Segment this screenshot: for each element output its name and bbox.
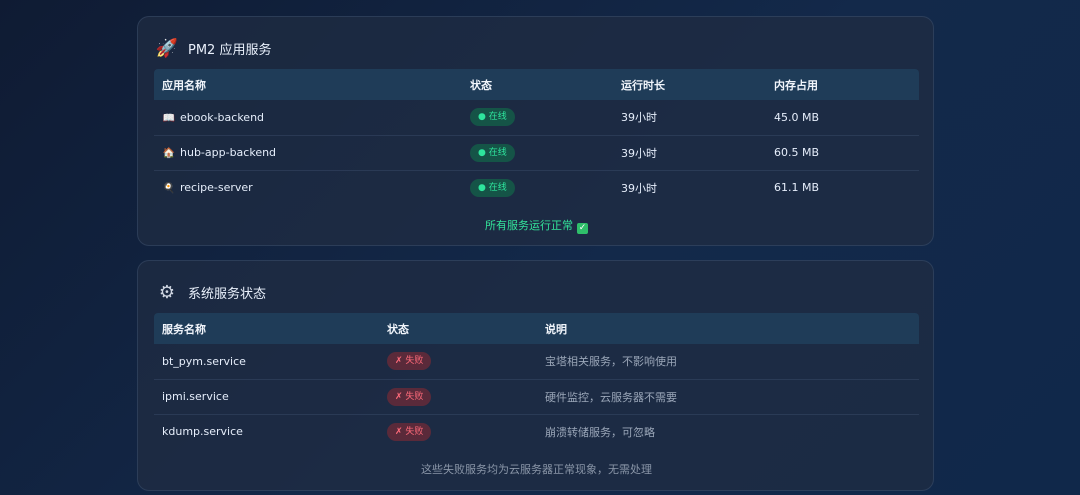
memory-cell: 61.1 MB [774, 181, 820, 195]
rocket-icon: 🚀 [155, 37, 179, 59]
col-header-app-name: 应用名称 [154, 69, 462, 100]
system-card: ⚙ 系统服务状态 服务名称 状态 说明 bt_pym.service ✗ 失败 … [137, 260, 934, 491]
system-footer-note: 这些失败服务均为云服务器正常现象，无需处理 [421, 463, 652, 476]
house-icon: 🏠 [162, 148, 176, 159]
gear-icon: ⚙ [158, 281, 176, 303]
memory-cell: 45.0 MB [766, 100, 919, 136]
status-badge: ● 在线 [470, 143, 515, 162]
app-name: ebook-backend [180, 110, 265, 124]
book-icon: 📖 [162, 112, 176, 124]
status-cell: ✗ 失败 [379, 379, 537, 415]
pm2-card: 🚀 PM2 应用服务 应用名称 状态 运行时长 内存占用 📖 ebook-back… [137, 16, 934, 246]
description-cell: 宝塔相关服务，不影响使用 [537, 344, 919, 380]
pm2-table: 应用名称 状态 运行时长 内存占用 📖 ebook-backend ● 在线 39… [154, 69, 919, 205]
memory-cell: 60.5 MB [766, 135, 919, 171]
col-header-uptime: 运行时长 [613, 69, 766, 100]
status-badge: ✗ 失败 [387, 352, 432, 371]
app-name: hub-app-backend [180, 146, 277, 159]
col-header-status: 状态 [462, 69, 613, 100]
status-badge: ✗ 失败 [387, 387, 432, 406]
status-cell: ● 在线 [462, 170, 613, 205]
status-cell: ● 在线 [462, 135, 613, 171]
table-row: 🍳 recipe-server ● 在线 39小时 61.1 MB [154, 170, 919, 205]
table-row: kdump.service ✗ 失败 崩溃转储服务，可忽略 [154, 414, 919, 449]
table-row: 🏠 hub-app-backend ● 在线 39小时 60.5 MB [154, 135, 919, 171]
service-name-cell: kdump.service [162, 425, 243, 439]
system-table: 服务名称 状态 说明 bt_pym.service ✗ 失败 宝塔相关服务，不影… [154, 313, 919, 449]
table-row: ipmi.service ✗ 失败 硬件监控，云服务器不需要 [154, 379, 919, 415]
status-cell: ✗ 失败 [379, 414, 537, 449]
description-cell: 崩溃转储服务，可忽略 [545, 425, 655, 439]
pm2-title: PM2 应用服务 [188, 42, 272, 58]
status-cell: ● 在线 [462, 100, 613, 136]
app-name-cell: 🏠 hub-app-backend [154, 135, 462, 171]
col-header-status: 状态 [379, 313, 537, 344]
uptime-cell: 39小时 [621, 181, 657, 195]
check-icon: ✓ [577, 223, 588, 234]
app-name-cell: 📖 ebook-backend [154, 100, 462, 136]
col-header-service-name: 服务名称 [154, 313, 379, 344]
description-cell: 硬件监控，云服务器不需要 [537, 379, 919, 415]
status-badge: ● 在线 [470, 178, 515, 197]
col-header-memory: 内存占用 [766, 69, 919, 100]
pm2-footer-text: 所有服务运行正常 [485, 219, 573, 232]
service-name-cell: bt_pym.service [154, 344, 379, 380]
pm2-header: 🚀 PM2 应用服务 [155, 37, 272, 59]
col-header-description: 说明 [537, 313, 919, 344]
status-cell: ✗ 失败 [379, 344, 537, 380]
system-title: 系统服务状态 [188, 286, 267, 302]
pm2-footer-note: 所有服务运行正常 ✓ [138, 217, 935, 234]
uptime-cell: 39小时 [613, 135, 766, 171]
table-row: 📖 ebook-backend ● 在线 39小时 45.0 MB [154, 100, 919, 136]
recipe-icon: 🍳 [162, 183, 176, 195]
table-row: bt_pym.service ✗ 失败 宝塔相关服务，不影响使用 [154, 344, 919, 380]
system-header: ⚙ 系统服务状态 [156, 281, 266, 303]
status-badge: ● 在线 [470, 108, 515, 127]
service-name-cell: ipmi.service [154, 379, 379, 415]
uptime-cell: 39小时 [613, 100, 766, 136]
app-name: recipe-server [180, 181, 253, 195]
status-badge: ✗ 失败 [387, 422, 432, 441]
app-name-cell: 🍳 recipe-server [154, 170, 462, 205]
